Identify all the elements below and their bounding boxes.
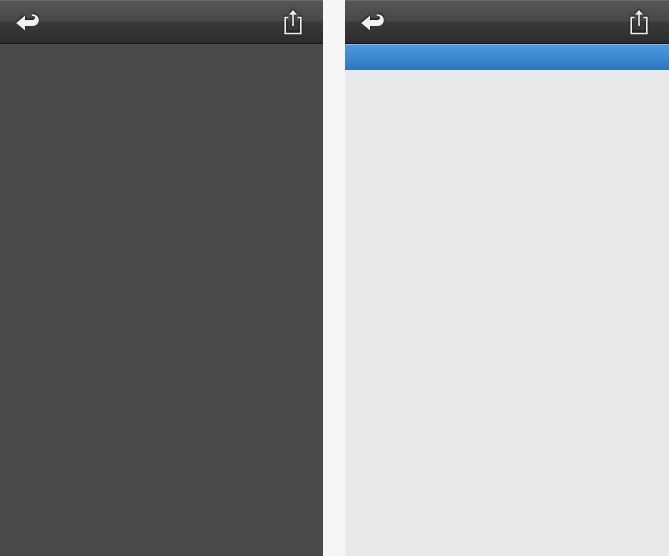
- right-phone-panel: [345, 0, 669, 556]
- share-icon: [629, 9, 649, 35]
- share-button[interactable]: [269, 0, 317, 44]
- album-header-bar: [345, 44, 669, 70]
- photo-grid[interactable]: [345, 70, 669, 556]
- album-list[interactable]: [0, 44, 323, 556]
- share-button[interactable]: [615, 0, 663, 44]
- left-phone-panel: [0, 0, 323, 556]
- back-arrow-icon: [15, 12, 41, 32]
- back-arrow-icon: [360, 12, 386, 32]
- back-button[interactable]: [349, 0, 397, 44]
- panel-divider: [323, 0, 345, 556]
- dual-phone-screenshot: [0, 0, 669, 556]
- left-navbar: [0, 0, 323, 44]
- share-icon: [283, 9, 303, 35]
- back-button[interactable]: [4, 0, 52, 44]
- right-navbar: [345, 0, 669, 44]
